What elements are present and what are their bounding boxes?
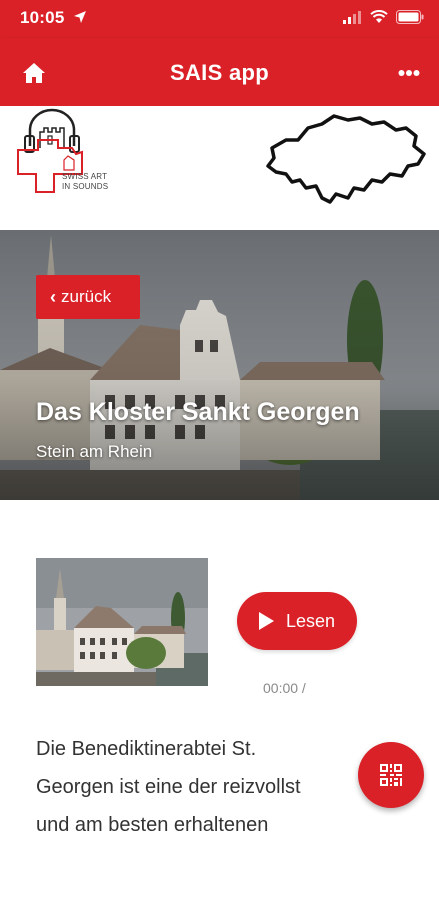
description-line: Georgen ist eine der reizvollst bbox=[36, 776, 301, 798]
chevron-left-icon: ‹ bbox=[50, 286, 56, 307]
status-bar: 10:05 bbox=[0, 0, 439, 38]
wifi-icon bbox=[370, 10, 388, 23]
play-button-label: Lesen bbox=[286, 610, 336, 631]
location-arrow-icon bbox=[74, 11, 86, 23]
description-line: Die Benediktinerabtei St. bbox=[36, 738, 257, 760]
battery-icon bbox=[396, 10, 424, 24]
audio-timer: 00:00 / bbox=[263, 680, 306, 696]
app-title: SAIS app bbox=[170, 60, 269, 85]
back-button-label: zurück bbox=[61, 287, 112, 306]
qr-code-icon bbox=[380, 764, 402, 786]
switzerland-map-icon bbox=[266, 114, 426, 204]
logo-row: SWISS ART IN SOUNDS bbox=[0, 106, 439, 230]
back-button[interactable]: ‹ zurück bbox=[36, 275, 140, 319]
logo-line-2: IN SOUNDS bbox=[62, 182, 109, 191]
audio-thumbnail bbox=[36, 558, 208, 686]
description-line: und am besten erhaltenen bbox=[36, 814, 269, 836]
signal-icon bbox=[343, 11, 361, 24]
hero-banner: ‹ zurück Das Kloster Sankt Georgen Stein… bbox=[0, 230, 439, 500]
description-text: Die Benediktinerabtei St. Georgen ist ei… bbox=[36, 730, 366, 844]
page-title: Das Kloster Sankt Georgen bbox=[36, 398, 360, 426]
play-read-button[interactable]: Lesen bbox=[237, 592, 357, 650]
more-dots-icon[interactable] bbox=[398, 69, 420, 77]
sais-logo-text: SWISS ART IN SOUNDS bbox=[62, 172, 108, 192]
page-subtitle: Stein am Rhein bbox=[36, 442, 153, 461]
play-icon bbox=[259, 612, 274, 630]
app-bar: SAIS app bbox=[0, 38, 439, 106]
logo-line-1: SWISS ART bbox=[62, 172, 108, 181]
status-time: 10:05 bbox=[20, 8, 65, 27]
qr-scan-button[interactable] bbox=[358, 742, 424, 808]
